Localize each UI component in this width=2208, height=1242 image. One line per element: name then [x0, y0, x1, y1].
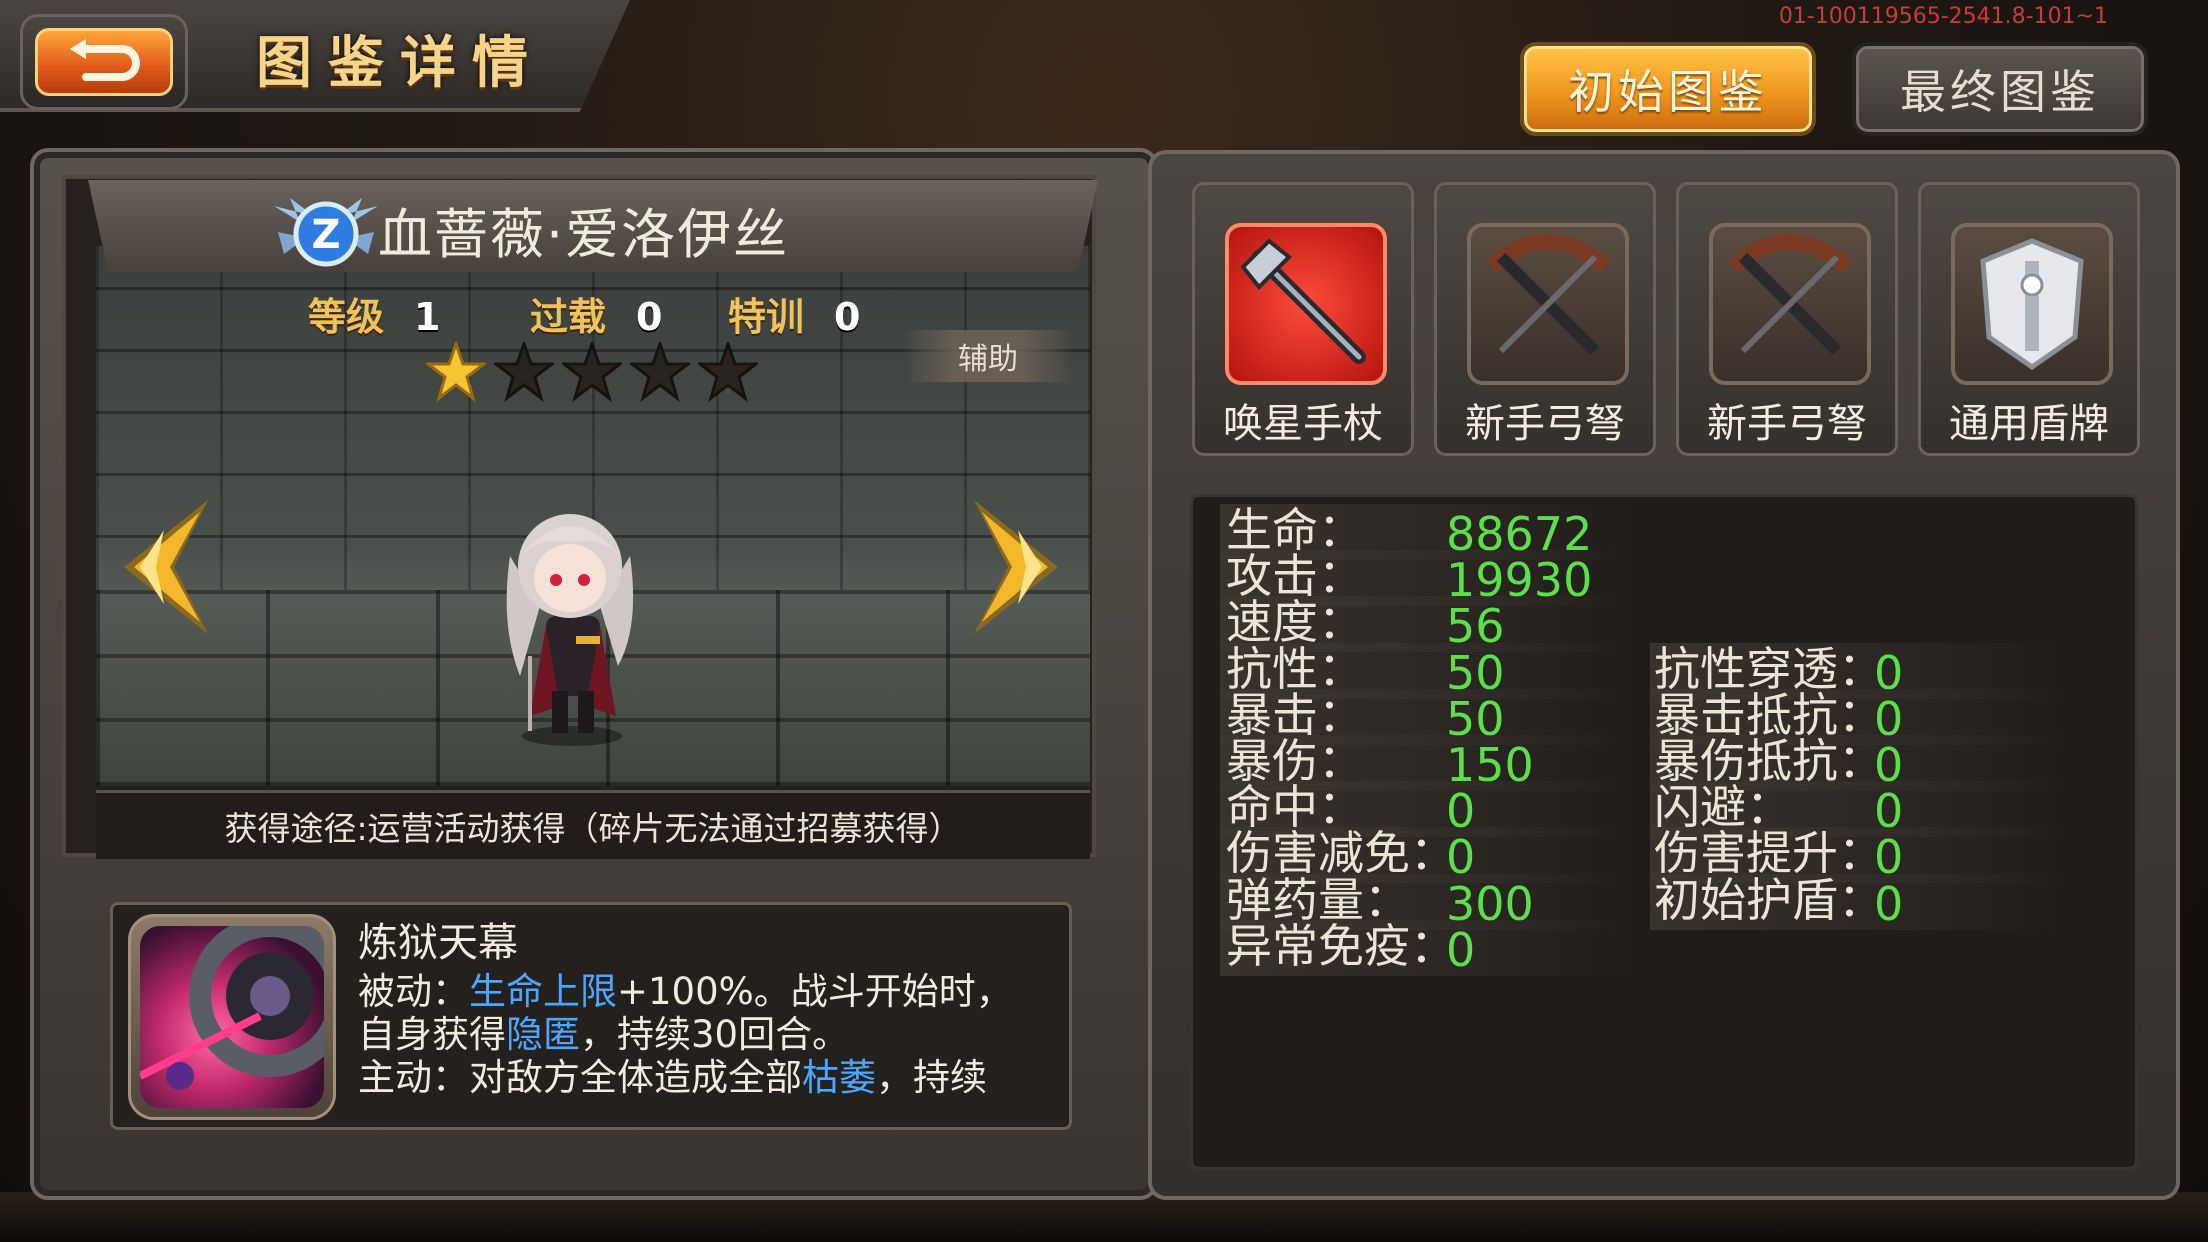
- rank-letter: Z: [311, 212, 340, 258]
- training-label: 特训: [728, 295, 805, 339]
- star-rating: [423, 339, 761, 402]
- skill-text: 主动：对敌方全体造成全部: [358, 1056, 802, 1099]
- equipment-slot-3[interactable]: 新手弓弩: [1676, 182, 1898, 456]
- hero-character-sprite: [490, 486, 650, 756]
- stat-label: 初始护盾：: [1654, 872, 1884, 927]
- skill-line-1: 被动：生命上限+100%。战斗开始时，: [358, 970, 1058, 1013]
- overload-label: 过载: [530, 295, 607, 339]
- level-stat: 等级 1: [308, 286, 440, 341]
- page-title: 图鉴详情: [256, 31, 544, 96]
- skill-keyword[interactable]: 生命上限: [469, 970, 617, 1013]
- skill-text: ，持续30回合。: [580, 1013, 850, 1056]
- initial-codex-button[interactable]: 初始图鉴: [1520, 42, 1816, 136]
- skill-text: ，持续: [876, 1056, 987, 1099]
- equipment-slot-2[interactable]: 新手弓弩: [1434, 182, 1656, 456]
- role-tag: 辅助: [902, 330, 1074, 382]
- skill-keyword[interactable]: 隐匿: [506, 1013, 580, 1056]
- stat-row: 初始护盾： 0: [1654, 870, 1903, 931]
- skill-line-2: 自身获得隐匿，持续30回合。: [358, 1013, 1058, 1056]
- level-label: 等级: [308, 295, 385, 339]
- crossbow-icon: [1467, 223, 1629, 385]
- overload-stat: 过载 0: [530, 286, 662, 341]
- chevron-right-icon: [974, 500, 1058, 634]
- skill-name: 炼狱天幕: [358, 920, 518, 966]
- equipment-slot-1[interactable]: 唤星手杖: [1192, 182, 1414, 456]
- final-codex-button[interactable]: 最终图鉴: [1852, 42, 2148, 136]
- stat-row: 异常免疫： 0: [1226, 916, 1475, 977]
- star-empty-icon: [559, 339, 625, 402]
- skill-text: +100%。战斗开始时，: [617, 970, 1013, 1013]
- crossbow-icon: [1709, 223, 1871, 385]
- skill-text: 被动：: [358, 970, 469, 1013]
- rank-badge-icon: Z: [270, 192, 382, 278]
- version-text: 01-100119565-2541.8-101~1: [1778, 4, 2108, 29]
- stat-value: 0: [1446, 922, 1476, 977]
- hero-name: 血蔷薇·爱洛伊丝: [378, 203, 790, 266]
- equipment-label: 通用盾牌: [1949, 401, 2109, 447]
- level-value: 1: [414, 295, 441, 339]
- skill-vortex-icon[interactable]: [140, 926, 324, 1108]
- equipment-label: 新手弓弩: [1707, 401, 1867, 447]
- next-hero-button[interactable]: [968, 500, 1078, 634]
- skill-description: 被动：生命上限+100%。战斗开始时， 自身获得隐匿，持续30回合。 主动：对敌…: [358, 970, 1058, 1110]
- training-stat: 特训 0: [728, 286, 860, 341]
- equipment-slot-4[interactable]: 通用盾牌: [1918, 182, 2140, 456]
- stat-value: 0: [1874, 876, 1904, 931]
- star-filled-icon: [423, 339, 489, 402]
- shield-icon: [1951, 223, 2113, 385]
- acquire-info: 获得途径:运营活动获得（碎片无法通过招募获得）: [96, 790, 1090, 859]
- star-empty-icon: [695, 339, 761, 402]
- skill-line-3: 主动：对敌方全体造成全部枯萎，持续: [358, 1056, 1058, 1099]
- skill-text: 自身获得: [358, 1013, 506, 1056]
- back-button[interactable]: [20, 14, 188, 110]
- stat-label: 异常免疫：: [1226, 918, 1456, 973]
- overload-value: 0: [636, 295, 663, 339]
- training-value: 0: [834, 295, 861, 339]
- star-empty-icon: [491, 339, 557, 402]
- star-empty-icon: [627, 339, 693, 402]
- skill-keyword[interactable]: 枯萎: [802, 1056, 876, 1099]
- chevron-left-icon: [124, 500, 208, 634]
- equipment-label: 新手弓弩: [1465, 401, 1625, 447]
- staff-icon: [1225, 223, 1387, 385]
- back-arrow-icon: [35, 28, 173, 96]
- prev-hero-button[interactable]: [104, 500, 214, 634]
- equipment-label: 唤星手杖: [1223, 401, 1383, 447]
